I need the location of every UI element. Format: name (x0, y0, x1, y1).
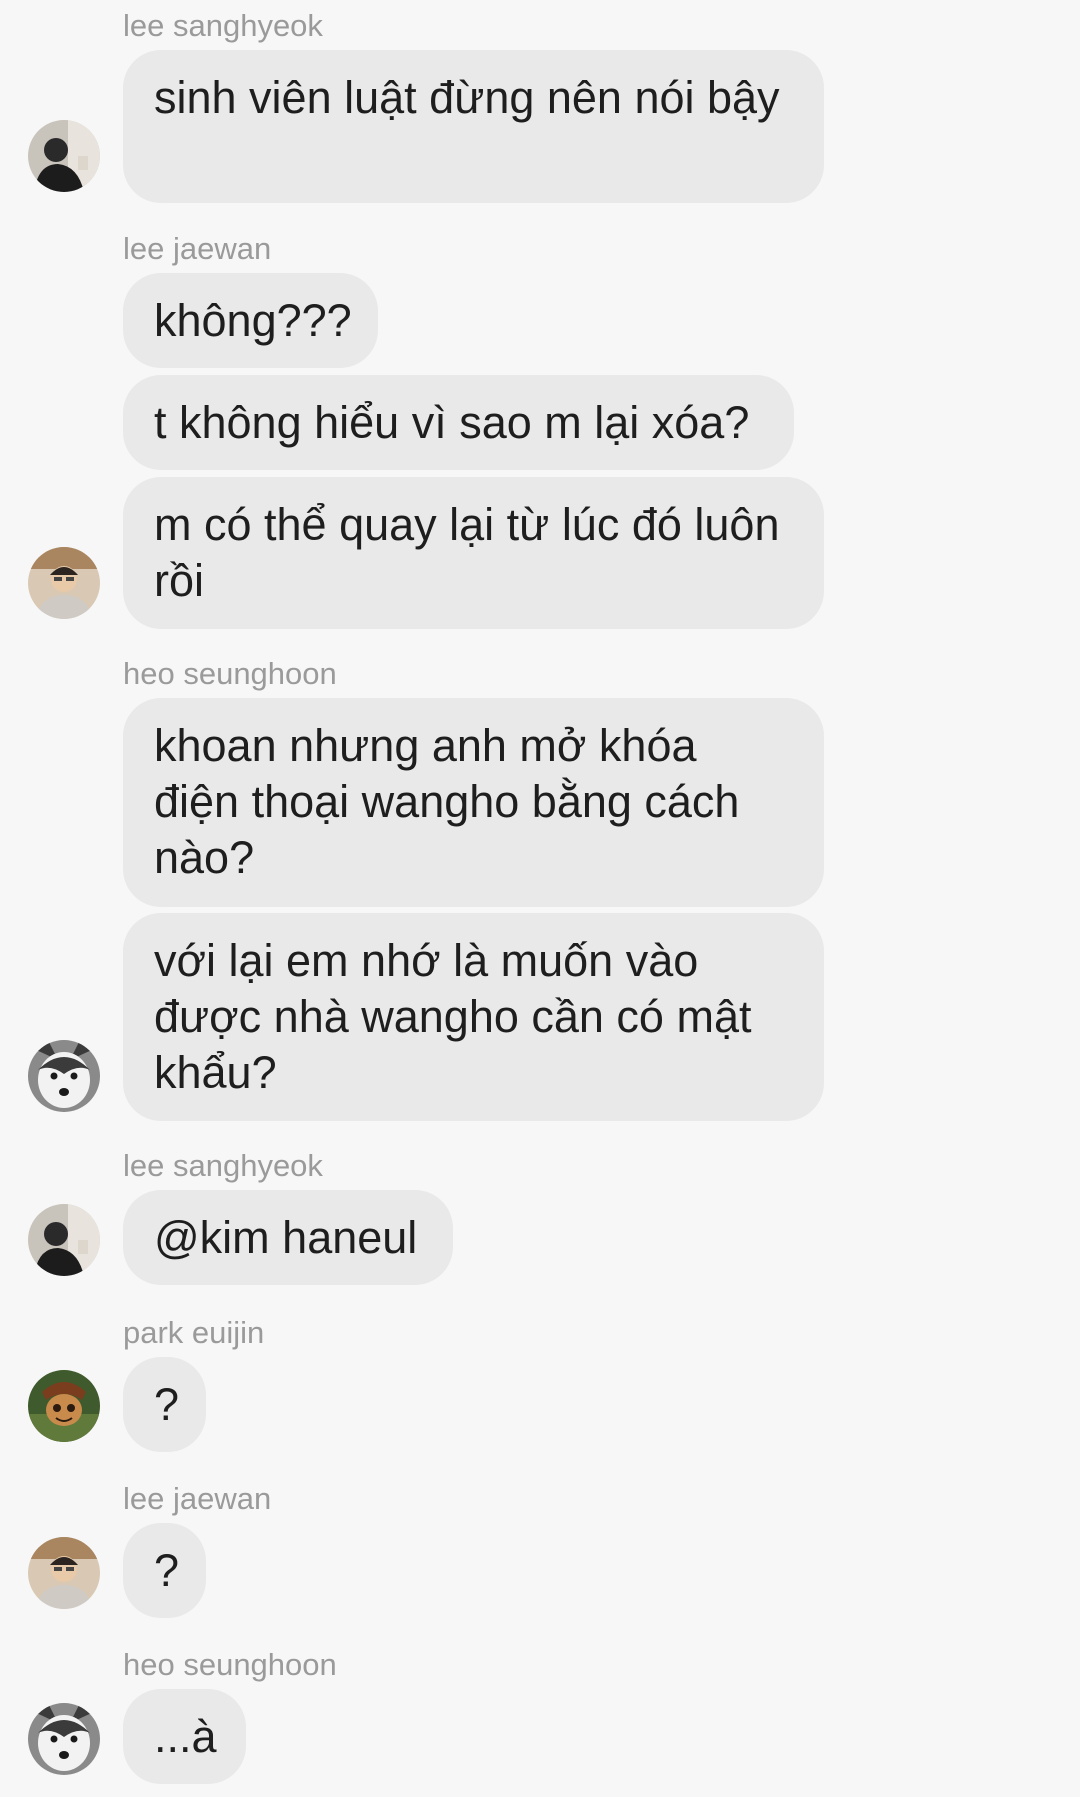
avatar-heo-seunghoon[interactable] (28, 1040, 100, 1112)
sender-name: lee jaewan (123, 1481, 272, 1516)
avatar-lee-jaewan[interactable] (28, 547, 100, 619)
avatar-heo-seunghoon[interactable] (28, 1703, 100, 1775)
chat-thread: lee sanghyeok sinh viên luật đừng nên nó… (0, 0, 1080, 1797)
avatar-lee-sanghyeok[interactable] (28, 120, 100, 192)
avatar-lee-sanghyeok[interactable] (28, 1204, 100, 1276)
message-bubble[interactable]: m có thể quay lại từ lúc đó luôn rồi (123, 477, 824, 629)
message-bubble[interactable]: ? (123, 1523, 206, 1618)
message-bubble[interactable]: ? (123, 1357, 206, 1452)
message-bubble[interactable]: khoan nhưng anh mở khóa điện thoại wangh… (123, 698, 824, 907)
avatar-lee-jaewan[interactable] (28, 1537, 100, 1609)
message-bubble[interactable]: @kim haneul (123, 1190, 453, 1285)
message-bubble[interactable]: t không hiểu vì sao m lại xóa? (123, 375, 794, 470)
message-bubble[interactable]: không??? (123, 273, 378, 368)
sender-name: lee sanghyeok (123, 8, 323, 43)
sender-name: lee jaewan (123, 231, 272, 266)
message-bubble[interactable]: với lại em nhớ là muốn vào được nhà wang… (123, 913, 824, 1121)
message-bubble[interactable]: ...à (123, 1689, 246, 1784)
sender-name: lee sanghyeok (123, 1148, 323, 1183)
avatar-park-euijin[interactable] (28, 1370, 100, 1442)
message-bubble[interactable]: sinh viên luật đừng nên nói bậy (123, 50, 824, 203)
sender-name: heo seunghoon (123, 1647, 337, 1682)
sender-name: park euijin (123, 1315, 265, 1350)
sender-name: heo seunghoon (123, 656, 337, 691)
